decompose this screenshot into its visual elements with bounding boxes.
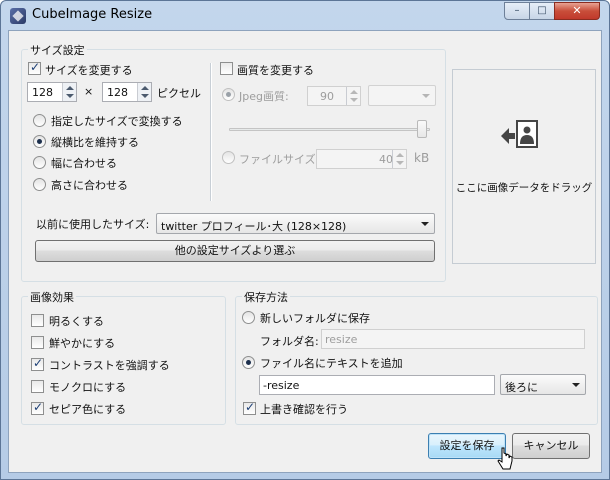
choose-size-button[interactable]: 他の設定サイズより選ぶ	[35, 240, 435, 262]
height-stepper-arrows[interactable]	[137, 83, 151, 101]
change-size-label: サイズを変更する	[45, 64, 133, 77]
position-value: 後ろに	[505, 381, 538, 394]
jpeg-quality-value: 90	[320, 90, 334, 103]
radio-exact-size-label: 指定したサイズで変換する	[51, 115, 183, 128]
drop-zone[interactable]: ここに画像データをドラッグ	[452, 69, 596, 264]
confirm-overwrite-checkbox[interactable]	[243, 400, 256, 415]
file-size-stepper-arrows[interactable]	[392, 150, 406, 168]
maximize-button[interactable]: □	[529, 2, 555, 20]
app-window: CubeImage Resize – □ ✕ サイズ設定 サイズを変更する 12…	[0, 0, 610, 480]
file-size-unit: kB	[414, 151, 430, 165]
append-text-label: ファイル名にテキストを追加	[260, 357, 403, 370]
chevron-down-icon	[421, 222, 429, 226]
quality-slider-track[interactable]	[229, 128, 430, 131]
radio-fit-width[interactable]	[33, 156, 46, 169]
jpeg-quality-stepper[interactable]: 90	[307, 86, 361, 106]
size-quality-separator	[210, 63, 211, 201]
recent-size-value: twitter プロフィール･大 (128×128)	[161, 220, 347, 233]
width-value: 128	[32, 86, 53, 99]
radio-fit-height-label: 高さに合わせる	[51, 179, 128, 192]
drop-image-icon	[501, 120, 538, 148]
folder-name-value: resize	[325, 333, 358, 346]
effect-label-0: 明るくする	[49, 315, 104, 328]
radio-append-text[interactable]	[242, 356, 255, 369]
height-value: 128	[107, 86, 128, 99]
jpeg-quality-stepper-arrows[interactable]	[346, 87, 360, 105]
effect-label-1: 鮮やかにする	[49, 337, 116, 350]
width-stepper-arrows[interactable]	[62, 83, 76, 101]
radio-fit-width-label: 幅に合わせる	[51, 157, 117, 170]
effect-checkbox-0[interactable]	[31, 314, 44, 327]
effect-label-4: セピア色にする	[49, 403, 127, 416]
folder-name-input[interactable]: resize	[321, 329, 585, 349]
times-symbol: ×	[84, 85, 94, 98]
effect-checkbox-3[interactable]	[31, 380, 44, 393]
save-settings-button[interactable]: 設定を保存	[428, 433, 506, 459]
radio-jpeg-quality[interactable]	[222, 88, 235, 101]
radio-exact-size[interactable]	[33, 114, 46, 127]
radio-keep-aspect-label: 縦横比を維持する	[51, 136, 139, 149]
window-title: CubeImage Resize	[32, 7, 153, 22]
effect-label-3: モノクロにする	[49, 381, 127, 394]
cancel-button[interactable]: キャンセル	[512, 433, 590, 459]
quality-slider-thumb[interactable]	[417, 120, 427, 138]
radio-keep-aspect[interactable]	[33, 135, 46, 148]
chevron-down-icon	[422, 94, 430, 98]
change-quality-checkbox[interactable]	[220, 62, 233, 75]
change-size-checkbox[interactable]	[28, 60, 41, 75]
recent-size-dropdown[interactable]: twitter プロフィール･大 (128×128)	[156, 213, 435, 234]
suffix-value: -resize	[263, 379, 300, 392]
jpeg-preset-dropdown[interactable]	[368, 85, 436, 106]
chevron-down-icon	[572, 383, 580, 387]
client-area: サイズ設定 サイズを変更する 128 × 128 ピクセル 指定したサイズで変換…	[8, 30, 602, 473]
new-folder-label: 新しいフォルダに保存	[260, 312, 370, 325]
size-settings-title: サイズ設定	[28, 42, 87, 58]
radio-fit-height[interactable]	[33, 178, 46, 191]
confirm-overwrite-label: 上書き確認を行う	[260, 403, 348, 416]
file-size-value: 40	[379, 153, 393, 166]
effects-title: 画像効果	[28, 289, 76, 305]
effect-checkbox-4[interactable]	[31, 400, 44, 415]
effect-checkbox-1[interactable]	[31, 336, 44, 349]
radio-file-size[interactable]	[222, 151, 235, 164]
effect-checkbox-2[interactable]	[31, 356, 44, 371]
file-size-stepper[interactable]: 40	[316, 149, 407, 169]
mouse-cursor-icon	[497, 447, 513, 470]
minimize-button[interactable]: –	[504, 2, 530, 20]
width-stepper[interactable]: 128	[27, 82, 77, 102]
effect-label-2: コントラストを強調する	[49, 359, 170, 372]
drop-zone-label: ここに画像データをドラッグ	[455, 182, 593, 194]
title-bar[interactable]: CubeImage Resize – □ ✕	[1, 1, 609, 30]
jpeg-quality-label: Jpeg画質:	[239, 90, 289, 103]
recent-size-label: 以前に使用したサイズ:	[36, 218, 150, 231]
height-stepper[interactable]: 128	[102, 82, 152, 102]
file-size-label: ファイルサイズ:	[239, 153, 320, 166]
pixel-label: ピクセル	[157, 87, 201, 100]
position-dropdown[interactable]: 後ろに	[500, 374, 586, 395]
radio-new-folder[interactable]	[242, 311, 255, 324]
folder-name-label: フォルダ名:	[260, 335, 319, 348]
app-icon	[10, 8, 26, 24]
change-quality-label: 画質を変更する	[237, 64, 314, 77]
close-button[interactable]: ✕	[554, 2, 600, 20]
suffix-input[interactable]: -resize	[259, 375, 495, 395]
save-method-title: 保存方法	[242, 289, 290, 305]
